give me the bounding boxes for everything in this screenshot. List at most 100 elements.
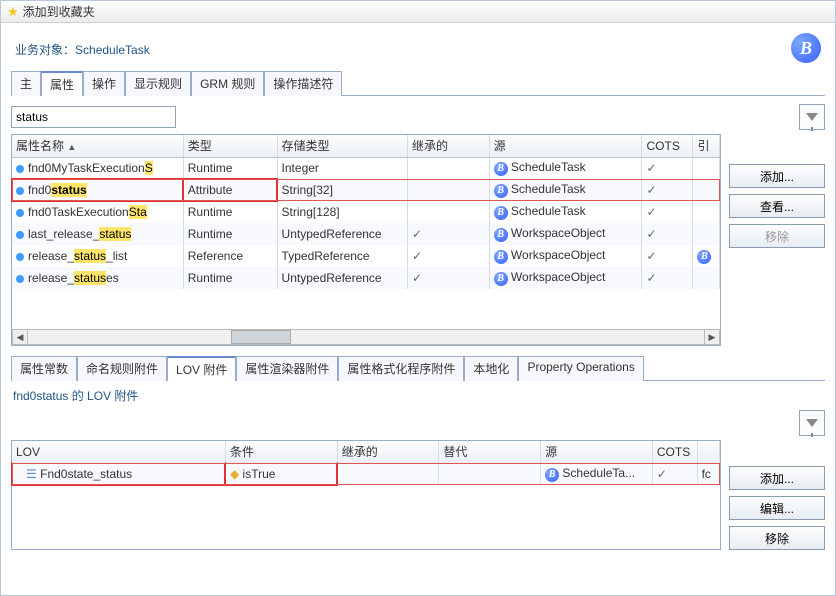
cell-cots: ✓ (642, 245, 693, 267)
property-icon (16, 231, 24, 239)
cell-ref (693, 157, 720, 179)
main-area: 主 属性 操作 显示规则 GRM 规则 操作描述符 属性名称 ▲ (1, 67, 835, 595)
tab-operations[interactable]: 操作 (83, 71, 125, 96)
cell-lov: ☰ Fnd0state_status (12, 463, 225, 485)
tab-attr-const[interactable]: 属性常数 (11, 356, 77, 381)
cell-ref (693, 223, 720, 245)
scroll-right-icon[interactable]: ▶ (704, 329, 720, 345)
cell-store: String[32] (277, 179, 407, 201)
cell-inherited: ✓ (408, 267, 490, 289)
tab-naming-rule[interactable]: 命名规则附件 (77, 356, 167, 381)
object-badge-icon: B (791, 33, 821, 63)
col-property-name[interactable]: 属性名称 ▲ (12, 135, 183, 157)
horizontal-scrollbar[interactable]: ◀ ▶ (12, 329, 720, 345)
col-inherited[interactable]: 继承的 (408, 135, 490, 157)
tab-op-desc[interactable]: 操作描述符 (264, 71, 342, 96)
page-title: 业务对象：ScheduleTask (15, 38, 791, 59)
tab-localize[interactable]: 本地化 (464, 356, 518, 381)
cell-store: Integer (277, 157, 407, 179)
cell-inherited: ✓ (408, 245, 490, 267)
star-icon: ★ (7, 4, 19, 20)
cell-source: B ScheduleTa... (541, 463, 653, 485)
tab-main[interactable]: 主 (11, 71, 41, 96)
lov-subtitle: fnd0status 的 LOV 附件 (11, 381, 825, 410)
table-row[interactable]: fnd0statusAttributeString[32]B ScheduleT… (12, 179, 720, 201)
lov-col-alt[interactable]: 替代 (439, 441, 541, 463)
cell-extra: fc (697, 463, 719, 485)
property-icon (16, 275, 24, 283)
lov-col-lov[interactable]: LOV (12, 441, 225, 463)
tab-renderer[interactable]: 属性渲染器附件 (236, 356, 338, 381)
source-icon: B (494, 228, 508, 242)
col-source[interactable]: 源 (489, 135, 642, 157)
properties-table-wrap: 属性名称 ▲ 类型 存储类型 继承的 源 COTS 引 fnd0MyTaskEx… (11, 134, 721, 346)
property-icon (16, 253, 24, 261)
properties-side-buttons: 添加... 查看... 移除 (729, 134, 825, 346)
lov-filter-button[interactable] (799, 410, 825, 436)
lov-add-button[interactable]: 添加... (729, 466, 825, 490)
add-button[interactable]: 添加... (729, 164, 825, 188)
lov-col-source[interactable]: 源 (541, 441, 653, 463)
col-cots[interactable]: COTS (642, 135, 693, 157)
funnel-icon (806, 113, 818, 121)
lov-col-extra[interactable] (697, 441, 719, 463)
col-ref[interactable]: 引 (693, 135, 720, 157)
cell-name: release_status_list (12, 245, 183, 267)
lov-toolbar (11, 410, 825, 436)
cell-name: fnd0TaskExecutionSta (12, 201, 183, 223)
list-icon: ☰ (26, 467, 37, 481)
cell-cond: ◆ isTrue (225, 463, 337, 485)
cell-inherited (337, 463, 439, 485)
cell-store: UntypedReference (277, 267, 407, 289)
scroll-left-icon[interactable]: ◀ (12, 329, 28, 345)
search-input[interactable] (11, 106, 176, 128)
source-icon: B (494, 162, 508, 176)
cell-cots: ✓ (642, 157, 693, 179)
filter-button[interactable] (799, 104, 825, 130)
col-type[interactable]: 类型 (183, 135, 277, 157)
remove-button: 移除 (729, 224, 825, 248)
title-object: ScheduleTask (75, 43, 150, 57)
lov-col-inherited[interactable]: 继承的 (337, 441, 439, 463)
cell-type: Reference (183, 245, 277, 267)
lov-table: LOV 条件 继承的 替代 源 COTS ☰ Fnd0state_status◆… (12, 441, 720, 485)
source-icon: B (545, 468, 559, 482)
source-icon: B (494, 272, 508, 286)
table-row[interactable]: last_release_statusRuntimeUntypedReferen… (12, 223, 720, 245)
table-row[interactable]: release_status_listReferenceTypedReferen… (12, 245, 720, 267)
lov-edit-button[interactable]: 编辑... (729, 496, 825, 520)
cell-store: UntypedReference (277, 223, 407, 245)
search-row (11, 104, 825, 130)
source-icon: B (494, 206, 508, 220)
lov-side-buttons: 添加... 编辑... 移除 (729, 440, 825, 550)
cell-ref (693, 267, 720, 289)
tab-display-rules[interactable]: 显示规则 (125, 71, 191, 96)
tab-properties[interactable]: 属性 (41, 71, 83, 96)
sort-asc-icon: ▲ (67, 142, 76, 152)
table-row[interactable]: fnd0TaskExecutionStaRuntimeString[128]B … (12, 201, 720, 223)
title-row: 业务对象：ScheduleTask B (1, 23, 835, 67)
lov-remove-button[interactable]: 移除 (729, 526, 825, 550)
cell-type: Runtime (183, 267, 277, 289)
cell-cots: ✓ (642, 267, 693, 289)
tab-prop-ops[interactable]: Property Operations (518, 356, 643, 381)
favorites-label[interactable]: 添加到收藏夹 (23, 3, 95, 20)
cell-type: Runtime (183, 223, 277, 245)
tab-lov-attach[interactable]: LOV 附件 (167, 356, 236, 381)
table-row[interactable]: fnd0MyTaskExecutionSRuntimeIntegerB Sche… (12, 157, 720, 179)
table-row[interactable]: release_statusesRuntimeUntypedReference✓… (12, 267, 720, 289)
lov-row[interactable]: ☰ Fnd0state_status◆ isTrue B ScheduleTa..… (12, 463, 720, 485)
cell-inherited: ✓ (408, 223, 490, 245)
col-store-type[interactable]: 存储类型 (277, 135, 407, 157)
cell-ref (693, 201, 720, 223)
lov-col-cots[interactable]: COTS (652, 441, 697, 463)
favorites-bar: ★ 添加到收藏夹 (1, 1, 835, 23)
funnel-icon (806, 419, 818, 427)
tab-formatter[interactable]: 属性格式化程序附件 (338, 356, 464, 381)
cell-source: B WorkspaceObject (489, 245, 642, 267)
view-button[interactable]: 查看... (729, 194, 825, 218)
tab-grm-rules[interactable]: GRM 规则 (191, 71, 264, 96)
title-prefix: 业务对象： (15, 43, 75, 57)
lov-col-cond[interactable]: 条件 (225, 441, 337, 463)
scroll-thumb[interactable] (231, 330, 291, 344)
